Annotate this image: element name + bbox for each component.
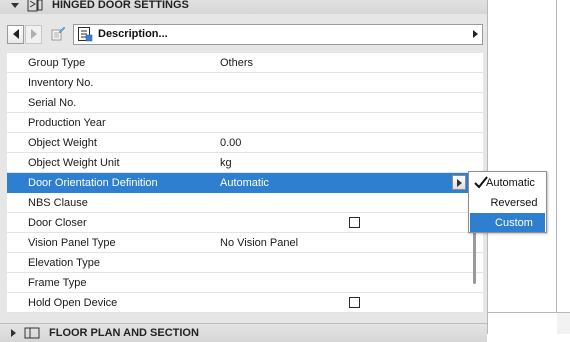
menu-item-label: Custom	[495, 216, 533, 229]
description-list-icon	[77, 26, 93, 42]
edit-parameters-icon	[51, 26, 66, 41]
door-closer-checkbox[interactable]	[349, 217, 360, 228]
table-row[interactable]: Vision Panel Type No Vision Panel	[7, 233, 483, 253]
edit-parameters-button[interactable]	[48, 24, 68, 44]
hinged-door-settings-icon	[27, 0, 43, 12]
dropdown-arrow-icon	[473, 29, 478, 38]
parameter-name: Vision Panel Type	[28, 237, 116, 249]
section-title: HINGED DOOR SETTINGS	[52, 0, 189, 11]
parameter-value[interactable]: Automatic	[220, 177, 269, 189]
value-popup-button[interactable]	[452, 175, 466, 190]
parameter-name: Object Weight	[28, 137, 97, 149]
table-row[interactable]: Door Closer	[7, 213, 483, 233]
settings-panel: HINGED DOOR SETTINGS Description... Grou…	[0, 0, 488, 342]
parameter-name: Frame Type	[28, 277, 87, 289]
parameter-name: Inventory No.	[28, 77, 94, 89]
checkmark-icon	[474, 176, 488, 189]
next-button[interactable]	[25, 24, 42, 44]
expand-arrow-icon[interactable]	[11, 329, 16, 337]
previous-button[interactable]	[7, 24, 24, 44]
table-row[interactable]: Object Weight Unit kg	[7, 153, 483, 173]
description-dropdown[interactable]: Description...	[73, 23, 483, 45]
right-area	[488, 0, 570, 334]
window-corner	[557, 313, 570, 334]
section-header-floor-plan-and-section[interactable]: FLOOR PLAN AND SECTION	[0, 323, 487, 342]
menu-item-reversed[interactable]: Reversed	[470, 193, 545, 212]
table-row[interactable]: Object Weight 0.00	[7, 133, 483, 153]
parameter-name: Group Type	[28, 57, 86, 69]
orientation-popup-menu: Automatic Reversed Custom	[468, 171, 547, 233]
table-row[interactable]: Group Type Others	[7, 53, 483, 73]
arrow-right-icon	[30, 29, 37, 39]
parameter-name: Serial No.	[28, 97, 77, 109]
table-row[interactable]: Frame Type	[7, 273, 483, 293]
parameter-table: Group Type Others Inventory No. Serial N…	[7, 53, 483, 313]
parameter-value[interactable]: Others	[220, 57, 253, 69]
menu-item-label: Automatic	[486, 176, 535, 189]
table-row[interactable]: NBS Clause	[7, 193, 483, 213]
table-row[interactable]: Inventory No.	[7, 73, 483, 93]
section-title: FLOOR PLAN AND SECTION	[49, 327, 199, 339]
parameter-name: NBS Clause	[28, 197, 88, 209]
parameter-name: Elevation Type	[28, 257, 100, 269]
table-row[interactable]: Hold Open Device	[7, 293, 483, 313]
toolbar: Description...	[7, 23, 483, 45]
arrow-left-icon	[12, 29, 19, 39]
dropdown-label: Description...	[98, 28, 168, 40]
arrow-right-icon	[456, 178, 462, 187]
parameter-name: Production Year	[28, 117, 106, 129]
menu-item-automatic[interactable]: Automatic	[470, 173, 545, 192]
menu-item-label: Reversed	[490, 196, 538, 209]
parameter-value[interactable]: kg	[220, 157, 232, 169]
divider	[556, 0, 557, 312]
floor-plan-section-icon	[24, 326, 40, 340]
hold-open-device-checkbox[interactable]	[349, 297, 360, 308]
parameter-value[interactable]: 0.00	[220, 137, 241, 149]
parameter-name: Object Weight Unit	[28, 157, 120, 169]
parameter-name: Door Orientation Definition	[28, 177, 158, 189]
parameter-name: Door Closer	[28, 217, 87, 229]
table-row[interactable]: Elevation Type	[7, 253, 483, 273]
section-header-hinged-door-settings[interactable]: HINGED DOOR SETTINGS	[0, 0, 487, 14]
menu-item-custom[interactable]: Custom	[470, 213, 545, 232]
table-row[interactable]: Production Year	[7, 113, 483, 133]
table-row[interactable]: Serial No.	[7, 93, 483, 113]
collapse-arrow-icon[interactable]	[11, 2, 19, 8]
parameter-value[interactable]: No Vision Panel	[220, 237, 298, 249]
parameter-name: Hold Open Device	[28, 297, 118, 309]
table-row-selected[interactable]: Door Orientation Definition Automatic	[7, 173, 483, 193]
